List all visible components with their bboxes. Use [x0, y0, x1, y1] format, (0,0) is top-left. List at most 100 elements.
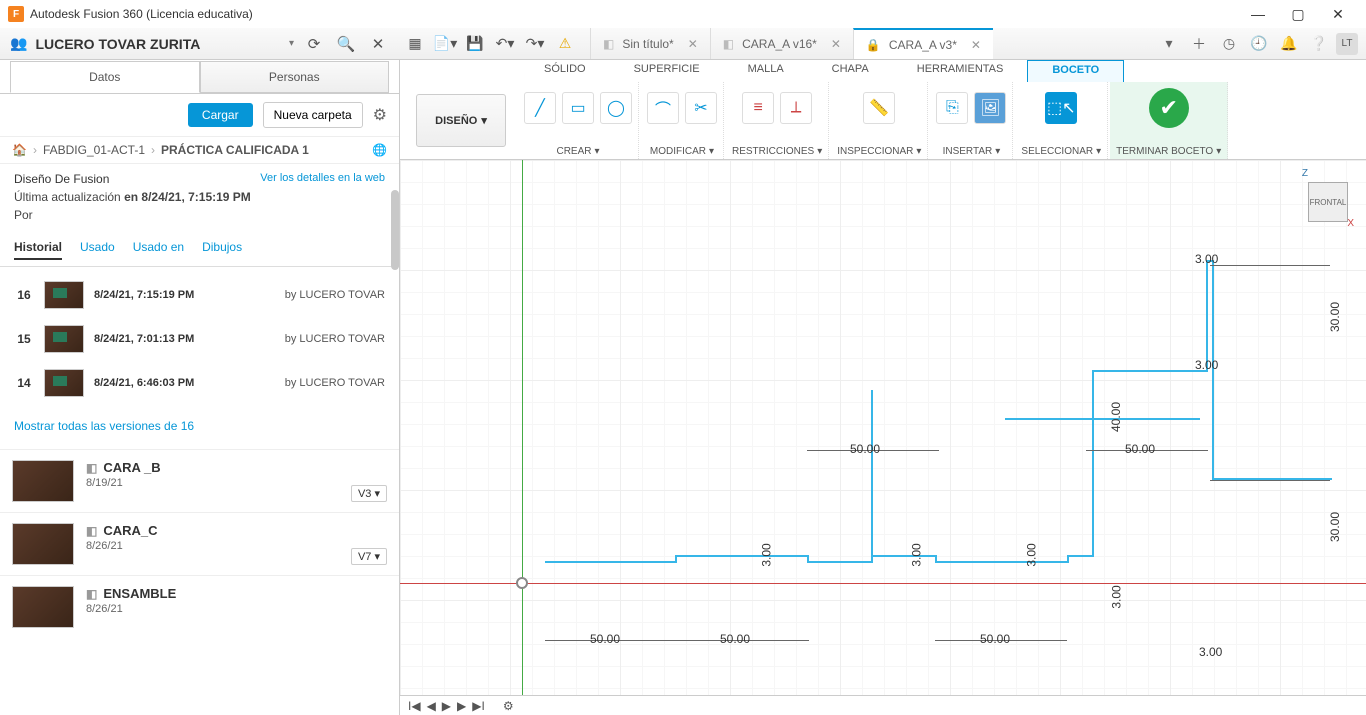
group-label[interactable]: TERMINAR BOCETO ▾ [1116, 146, 1221, 157]
new-tab-button[interactable]: ＋ [1186, 31, 1212, 57]
close-tab-icon[interactable]: ✕ [971, 38, 981, 52]
subtab-usado-en[interactable]: Usado en [133, 240, 184, 260]
group-label[interactable]: RESTRICCIONES ▾ [732, 146, 822, 157]
dim-label[interactable]: 3.00 [760, 543, 774, 566]
select-tool[interactable]: ⬚↖ [1045, 92, 1077, 124]
timeline-settings[interactable]: ⚙ [503, 699, 514, 713]
warning-icon[interactable]: ⚠ [550, 28, 580, 59]
maximize-button[interactable]: ▢ [1278, 0, 1318, 28]
show-all-versions-link[interactable]: Mostrar todas las versiones de 16 [0, 411, 399, 449]
minimize-button[interactable]: — [1238, 0, 1278, 28]
trim-tool[interactable]: ✂ [685, 92, 717, 124]
file-card[interactable]: ◧ENSAMBLE 8/26/21 [0, 575, 399, 638]
circle-tool[interactable]: ◯ [600, 92, 632, 124]
dim-label[interactable]: 3.00 [1195, 252, 1218, 266]
dim-label[interactable]: 30.00 [1328, 512, 1342, 542]
crumb-folder[interactable]: PRÁCTICA CALIFICADA 1 [161, 143, 309, 157]
doc-tab-1[interactable]: ◧ CARA_A v16* ✕ [710, 28, 853, 59]
viewcube-face[interactable]: FRONTAL [1308, 182, 1348, 222]
group-label[interactable]: INSPECCIONAR ▾ [837, 146, 921, 157]
globe-icon[interactable]: 🌐 [372, 143, 387, 157]
dim-label[interactable]: 3.00 [910, 543, 924, 566]
dim-label[interactable]: 3.00 [1199, 645, 1222, 659]
workspace-dropdown[interactable]: DISEÑO▾ [416, 94, 506, 147]
ctx-tab-chapa[interactable]: CHAPA [808, 60, 893, 82]
subtab-historial[interactable]: Historial [14, 240, 62, 260]
search-button[interactable]: 🔍 [334, 35, 358, 53]
refresh-button[interactable]: ⟳ [302, 35, 326, 53]
extensions-button[interactable]: ◷ [1216, 31, 1242, 57]
sketch-canvas[interactable]: 50.00 50.00 50.00 50.00 50.00 3.00 3.00 … [400, 160, 1366, 695]
file-card[interactable]: ◧CARA_C 8/26/21 V7 ▾ [0, 512, 399, 575]
new-folder-button[interactable]: Nueva carpeta [263, 102, 363, 128]
dim-label[interactable]: 3.00 [1195, 358, 1218, 372]
ctx-tab-herramientas[interactable]: HERRAMIENTAS [893, 60, 1028, 82]
save-button[interactable]: 💾 [460, 28, 490, 59]
close-window-button[interactable]: ✕ [1318, 0, 1358, 28]
dim-label[interactable]: 40.00 [1109, 402, 1123, 432]
close-panel-button[interactable]: ✕ [366, 35, 390, 53]
timeline-prev[interactable]: ◀ [427, 699, 436, 713]
dim-label[interactable]: 3.00 [1110, 585, 1124, 608]
load-button[interactable]: Cargar [188, 103, 253, 127]
avatar[interactable]: LT [1336, 33, 1358, 55]
user-chevron-icon[interactable]: ▾ [289, 38, 294, 49]
close-tab-icon[interactable]: ✕ [688, 37, 698, 51]
file-card[interactable]: ◧CARA _B 8/19/21 V3 ▾ [0, 449, 399, 512]
dim-label[interactable]: 50.00 [720, 632, 750, 646]
tab-chevron-icon[interactable]: ▾ [1156, 31, 1182, 57]
history-item[interactable]: 15 8/24/21, 7:01:13 PMby LUCERO TOVAR [10, 317, 389, 361]
user-name[interactable]: LUCERO TOVAR ZURITA [35, 36, 281, 52]
line-tool[interactable]: ╱ [524, 92, 556, 124]
version-dropdown[interactable]: V3 ▾ [351, 485, 387, 502]
insert-derive[interactable]: ⎘ [936, 92, 968, 124]
timeline-next[interactable]: ▶ [457, 699, 466, 713]
history-item[interactable]: 14 8/24/21, 6:46:03 PMby LUCERO TOVAR [10, 361, 389, 405]
home-icon[interactable]: 🏠 [12, 143, 27, 157]
timeline-first[interactable]: I◀ [408, 699, 421, 713]
dim-label[interactable]: 3.00 [1025, 543, 1039, 566]
dim-label[interactable]: 50.00 [590, 632, 620, 646]
vertical-constraint[interactable]: ⟂ [780, 92, 812, 124]
finish-sketch-button[interactable]: ✔ [1149, 88, 1189, 128]
doc-tab-2[interactable]: 🔒 CARA_A v3* ✕ [853, 28, 993, 59]
tab-personas[interactable]: Personas [200, 61, 390, 93]
dim-label[interactable]: 30.00 [1328, 302, 1342, 332]
sidebar-scrollbar[interactable] [391, 190, 399, 270]
insert-image[interactable]: 🖼 [974, 92, 1006, 124]
version-dropdown[interactable]: V7 ▾ [351, 548, 387, 565]
ctx-tab-solido[interactable]: SÓLIDO [520, 60, 610, 82]
dim-label[interactable]: 50.00 [980, 632, 1010, 646]
gear-icon[interactable]: ⚙ [373, 105, 387, 125]
group-label[interactable]: INSERTAR ▾ [943, 146, 1001, 157]
notifications-button[interactable]: 🔔 [1276, 31, 1302, 57]
ctx-tab-boceto[interactable]: BOCETO [1027, 60, 1124, 82]
dim-label[interactable]: 50.00 [1125, 442, 1155, 456]
crumb-project[interactable]: FABDIG_01-ACT-1 [43, 143, 145, 157]
doc-tab-0[interactable]: ◧ Sin título* ✕ [590, 28, 710, 59]
history-item[interactable]: 16 8/24/21, 7:15:19 PMby LUCERO TOVAR [10, 273, 389, 317]
ctx-tab-superficie[interactable]: SUPERFICIE [610, 60, 724, 82]
timeline-last[interactable]: ▶I [472, 699, 485, 713]
help-button[interactable]: ❔ [1306, 31, 1332, 57]
group-label[interactable]: SELECCIONAR ▾ [1021, 146, 1101, 157]
subtab-usado[interactable]: Usado [80, 240, 115, 260]
timeline-play[interactable]: ▶ [442, 699, 451, 713]
redo-button[interactable]: ↷▾ [520, 28, 550, 59]
details-link[interactable]: Ver los detalles en la web [260, 172, 385, 184]
subtab-dibujos[interactable]: Dibujos [202, 240, 242, 260]
data-panel-button[interactable]: ▦ [400, 28, 430, 59]
measure-tool[interactable]: 📏 [863, 92, 895, 124]
file-menu[interactable]: 📄▾ [430, 28, 460, 59]
group-label[interactable]: MODIFICAR ▾ [650, 146, 714, 157]
close-tab-icon[interactable]: ✕ [831, 37, 841, 51]
ctx-tab-malla[interactable]: MALLA [724, 60, 808, 82]
horizontal-constraint[interactable]: ≡ [742, 92, 774, 124]
rectangle-tool[interactable]: ▭ [562, 92, 594, 124]
viewcube[interactable]: Z X FRONTAL [1298, 168, 1354, 224]
dim-label[interactable]: 50.00 [850, 442, 880, 456]
tab-datos[interactable]: Datos [10, 61, 200, 93]
group-label[interactable]: CREAR ▾ [556, 146, 599, 157]
undo-button[interactable]: ↶▾ [490, 28, 520, 59]
fillet-tool[interactable]: ⌒ [647, 92, 679, 124]
